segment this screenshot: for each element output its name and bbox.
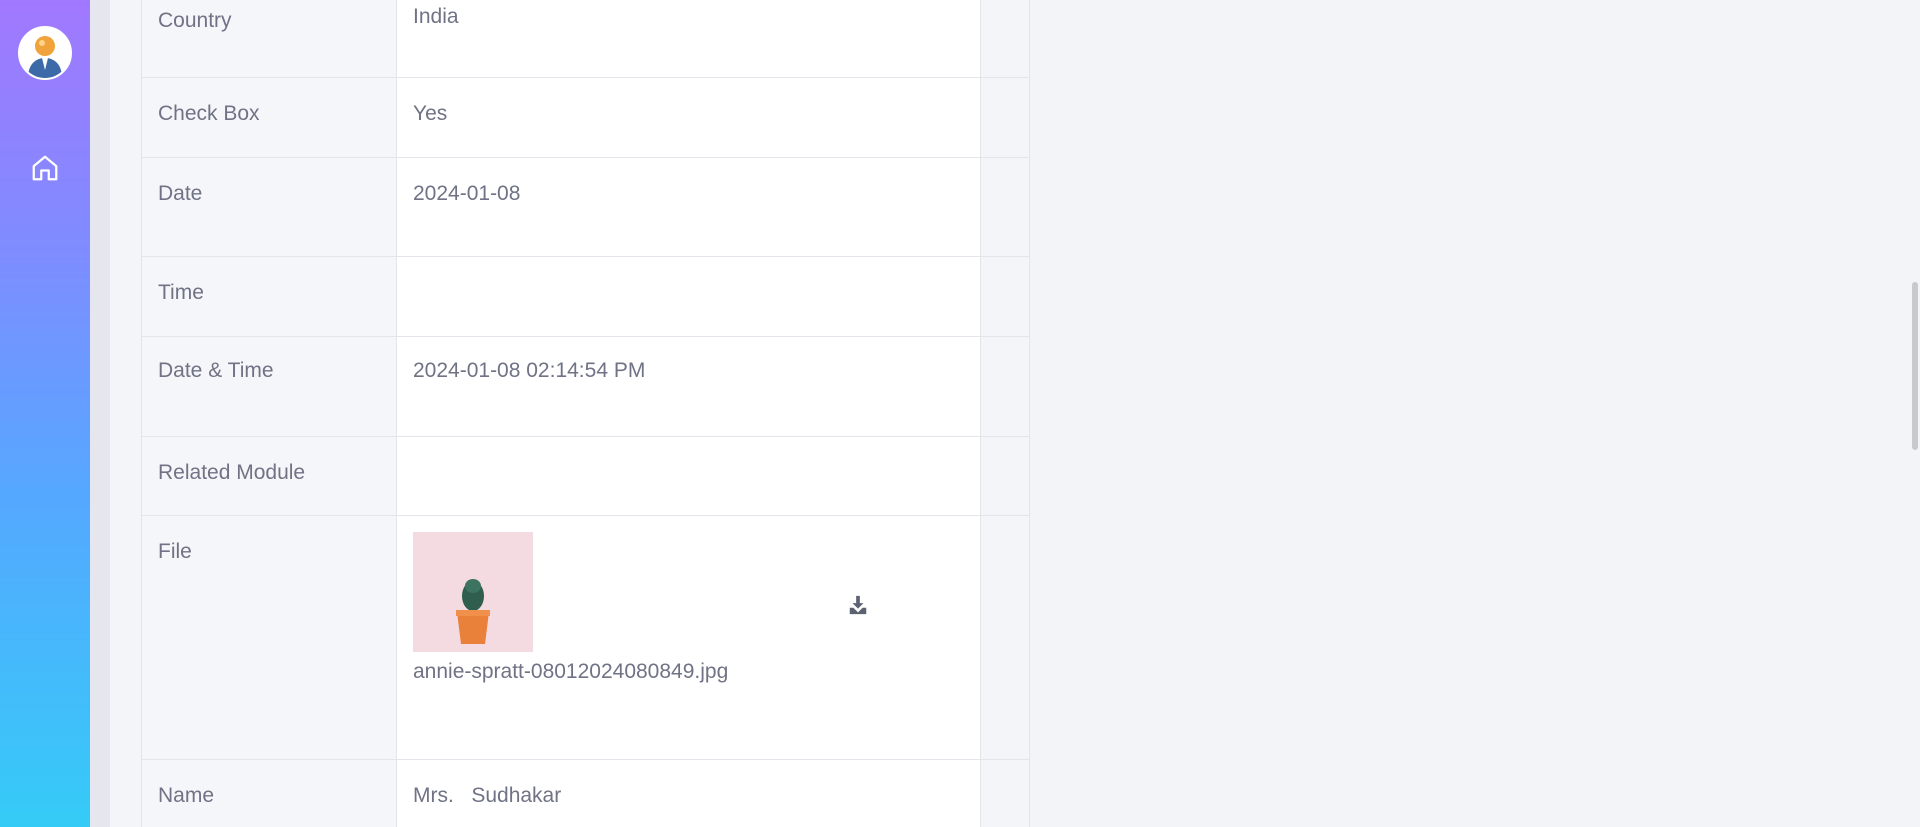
file-name[interactable]: annie-spratt-08012024080849.jpg	[413, 660, 964, 684]
detail-row-file: File annie-spratt-08012024080849.jpg	[141, 516, 1030, 760]
row-value: Yes	[397, 78, 981, 157]
user-avatar-icon	[20, 28, 70, 78]
detail-row-country: Country India	[141, 0, 1030, 78]
detail-row-date-time: Date & Time 2024-01-08 02:14:54 PM	[141, 337, 1030, 437]
row-label: File	[141, 516, 397, 759]
details-table: Country India Check Box Yes Date 2024-01…	[141, 0, 1030, 827]
sidebar	[0, 0, 90, 827]
scrollbar-thumb[interactable]	[1912, 282, 1918, 450]
file-cell: annie-spratt-08012024080849.jpg	[397, 516, 981, 759]
row-label: Name	[141, 760, 397, 827]
download-icon[interactable]	[847, 594, 869, 616]
row-label: Check Box	[141, 78, 397, 157]
detail-row-date: Date 2024-01-08	[141, 158, 1030, 257]
row-value: 2024-01-08	[397, 158, 981, 256]
row-value: India	[397, 0, 981, 77]
detail-row-check-box: Check Box Yes	[141, 78, 1030, 158]
row-value: 2024-01-08 02:14:54 PM	[397, 337, 981, 436]
row-value: Mrs. Sudhakar	[397, 760, 981, 827]
detail-row-related-module: Related Module	[141, 437, 1030, 516]
row-label: Time	[141, 257, 397, 336]
file-thumbnail[interactable]	[413, 532, 533, 652]
row-label: Related Module	[141, 437, 397, 515]
home-icon[interactable]	[30, 153, 60, 183]
page-scrollbar[interactable]	[1910, 0, 1920, 827]
row-label: Date & Time	[141, 337, 397, 436]
content-gutter	[90, 0, 110, 827]
row-label: Country	[141, 0, 397, 77]
cactus-image	[413, 532, 533, 652]
detail-row-time: Time	[141, 257, 1030, 337]
detail-row-name: Name Mrs. Sudhakar	[141, 760, 1030, 827]
row-label: Date	[141, 158, 397, 256]
row-value	[397, 437, 981, 515]
row-value	[397, 257, 981, 336]
user-avatar[interactable]	[18, 26, 72, 80]
